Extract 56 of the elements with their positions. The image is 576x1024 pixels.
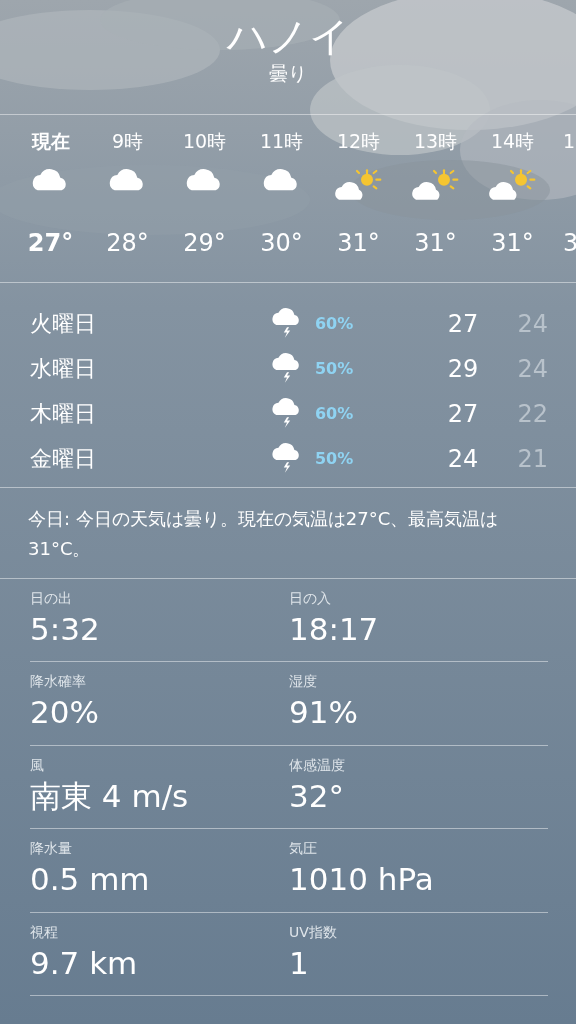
precipitation-chance: 60% — [315, 402, 355, 425]
hour-temperature: 31° — [337, 228, 380, 259]
summary-text: 今日: 今日の天気は曇り。現在の気温は27°C、最高気温は31°C。 — [28, 508, 499, 559]
sun-cloud-icon — [334, 169, 383, 201]
high-temperature: 27 — [446, 398, 479, 430]
hour-temperature: 31° — [414, 228, 457, 259]
detail-label: 気圧 — [289, 839, 317, 858]
detail-value: 9.7 km — [30, 943, 138, 983]
detail-label: 日の入 — [289, 589, 331, 607]
detail-label: 体感温度 — [289, 755, 345, 774]
high-temperature: 27 — [446, 308, 479, 340]
hour-label: 10時 — [182, 129, 227, 154]
hour-temperature: 27° — [27, 228, 74, 259]
day-name: 水曜日 — [30, 355, 97, 383]
hour-temperature: 30° — [260, 228, 303, 259]
condition-text: 曇り — [268, 61, 308, 86]
detail-label: 風 — [30, 755, 44, 774]
hour-temperature: 29° — [183, 228, 226, 259]
hour-label: 14時 — [490, 129, 535, 154]
detail-value: 32° — [289, 776, 344, 816]
low-temperature: 22 — [516, 398, 548, 430]
detail-label: 降水確率 — [30, 672, 86, 691]
city-name: ハノイ — [225, 12, 351, 60]
detail-value: 南東 4 m/s — [30, 776, 189, 816]
day-name: 火曜日 — [30, 310, 97, 338]
detail-value: 5:32 — [30, 610, 100, 649]
hour-temperature: 3 — [563, 228, 576, 259]
precipitation-chance: 50% — [315, 447, 355, 470]
detail-label: 視程 — [30, 922, 58, 941]
high-temperature: 29 — [446, 353, 479, 385]
detail-label: 日の出 — [30, 589, 72, 607]
high-temperature: 24 — [446, 443, 479, 475]
low-temperature: 21 — [516, 443, 548, 475]
detail-label: UV指数 — [289, 922, 337, 941]
detail-value: 1 — [289, 943, 309, 983]
day-name: 金曜日 — [30, 445, 97, 473]
hour-label: 現在 — [31, 129, 70, 154]
hour-label: 13時 — [413, 129, 458, 154]
sun-cloud-icon — [411, 169, 460, 201]
hour-label: 11時 — [259, 129, 304, 154]
precipitation-chance: 60% — [315, 312, 355, 335]
hour-label: 12時 — [336, 129, 381, 154]
sun-cloud-icon — [488, 169, 537, 201]
detail-value: 0.5 mm — [30, 860, 150, 900]
hour-temperature: 28° — [106, 228, 149, 259]
detail-value: 1010 hPa — [289, 860, 434, 900]
hour-label: 9時 — [111, 129, 144, 154]
hour-temperature: 31° — [491, 228, 534, 259]
detail-value: 91% — [289, 693, 358, 733]
precipitation-chance: 50% — [315, 357, 355, 380]
hour-label: 1 — [563, 129, 576, 154]
day-name: 木曜日 — [30, 400, 97, 428]
detail-value: 18:17 — [289, 610, 379, 649]
detail-label: 湿度 — [289, 672, 317, 691]
detail-value: 20% — [30, 693, 99, 733]
detail-label: 降水量 — [30, 839, 72, 858]
